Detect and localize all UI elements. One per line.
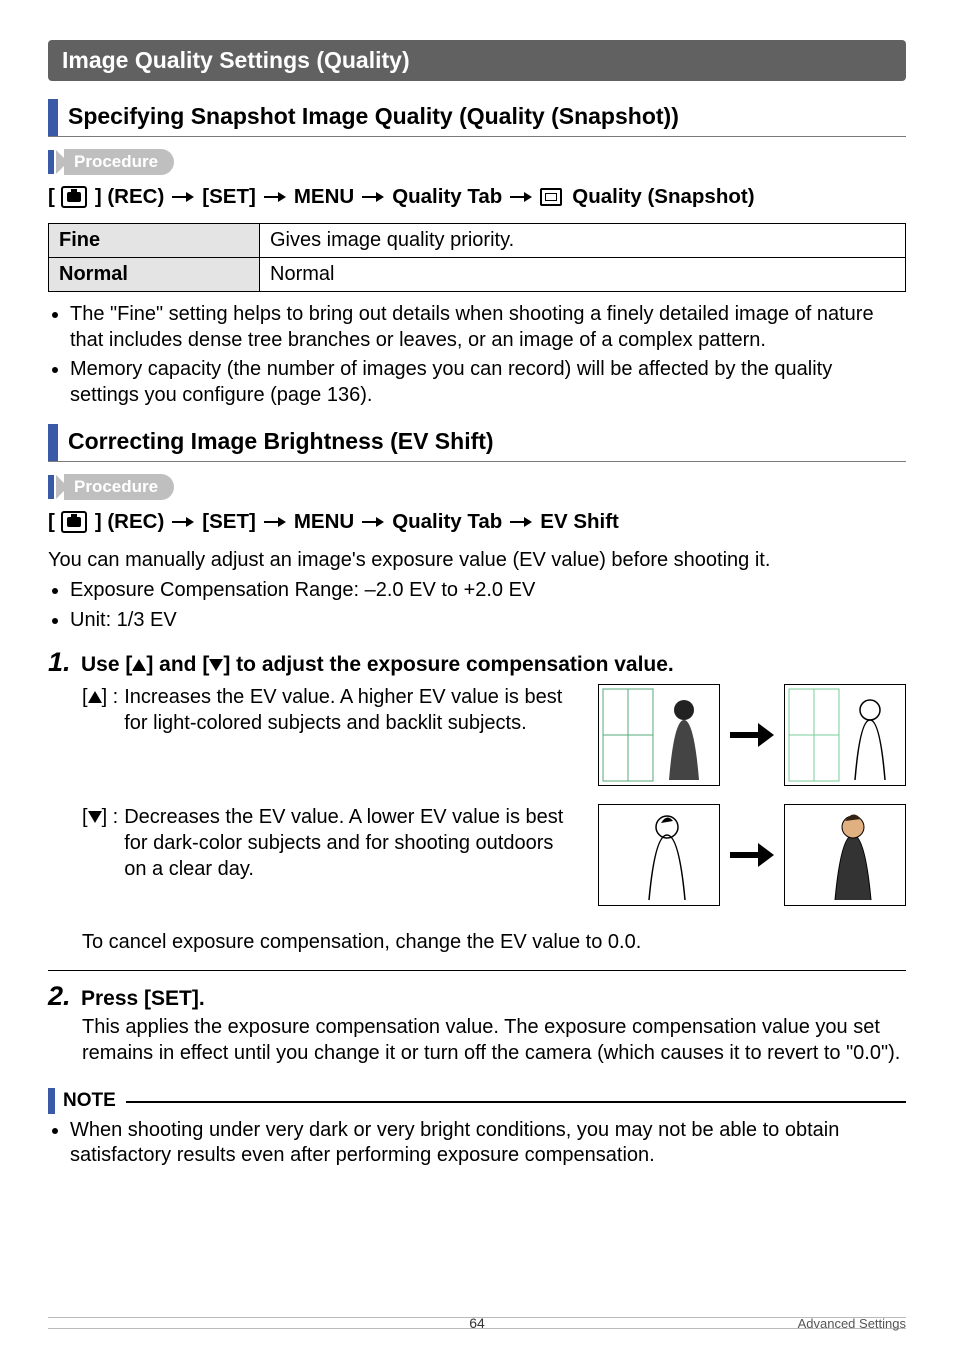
table-row-value: Gives image quality priority. bbox=[260, 224, 906, 258]
up-text: Increases the EV value. A higher EV valu… bbox=[124, 684, 580, 736]
down-arrow-icon bbox=[209, 659, 223, 671]
big-arrow-icon bbox=[730, 843, 774, 867]
procedure-pill: Procedure bbox=[48, 474, 906, 500]
snapshot-bullets: The "Fine" setting helps to bring out de… bbox=[48, 302, 906, 408]
path-p3: MENU bbox=[294, 185, 354, 209]
table-row-label: Fine bbox=[49, 224, 260, 258]
note-label: NOTE bbox=[63, 1090, 116, 1112]
big-arrow-icon bbox=[730, 723, 774, 747]
subsection-accent-bar bbox=[48, 99, 58, 136]
step-title-mid: ] and [ bbox=[146, 653, 209, 676]
ev-cancel-text: To cancel exposure compensation, change … bbox=[82, 930, 906, 956]
path-p2: [SET] bbox=[202, 510, 256, 534]
menu-path-ev: [ ] (REC) [SET] MENU Quality Tab EV Shif… bbox=[48, 510, 906, 534]
subsection-title: Correcting Image Brightness (EV Shift) bbox=[68, 424, 494, 461]
thumb-before bbox=[598, 804, 720, 906]
quality-table: Fine Gives image quality priority. Norma… bbox=[48, 223, 906, 292]
note-accent-bar bbox=[48, 1088, 55, 1114]
step-title: Press [SET]. bbox=[81, 987, 205, 1010]
path-p1-prefix: [ bbox=[48, 510, 55, 534]
path-p1-prefix: [ bbox=[48, 185, 55, 209]
thumb-after bbox=[784, 684, 906, 786]
procedure-pill: Procedure bbox=[48, 149, 906, 175]
menu-path-snapshot: [ ] (REC) [SET] MENU Quality Tab Quality… bbox=[48, 185, 906, 209]
step-divider bbox=[48, 970, 906, 971]
arrow-icon bbox=[510, 192, 532, 202]
note-line bbox=[126, 1099, 906, 1103]
list-item: Exposure Compensation Range: –2.0 EV to … bbox=[70, 578, 906, 604]
path-p4: Quality Tab bbox=[392, 510, 502, 534]
path-p3: MENU bbox=[294, 510, 354, 534]
camera-icon bbox=[61, 186, 87, 208]
list-item: Memory capacity (the number of images yo… bbox=[70, 357, 906, 408]
note-bullets: When shooting under very dark or very br… bbox=[48, 1118, 906, 1169]
section-banner: Image Quality Settings (Quality) bbox=[48, 40, 906, 81]
arrow-icon bbox=[362, 517, 384, 527]
subsection-accent-bar bbox=[48, 424, 58, 461]
step-2: 2. Press [SET]. This applies the exposur… bbox=[48, 981, 906, 1066]
arrow-icon bbox=[510, 517, 532, 527]
path-p4: Quality Tab bbox=[392, 185, 502, 209]
subsection-ev-shift: Correcting Image Brightness (EV Shift) bbox=[48, 424, 906, 462]
thumb-before bbox=[598, 684, 720, 786]
step-number: 2. bbox=[48, 981, 71, 1011]
path-p2: [SET] bbox=[202, 185, 256, 209]
page-number: 64 bbox=[469, 1315, 485, 1331]
down-key: [] : bbox=[82, 804, 118, 882]
table-row-value: Normal bbox=[260, 258, 906, 292]
step-title-post: ] to adjust the exposure compensation va… bbox=[223, 653, 673, 676]
up-arrow-icon bbox=[132, 659, 146, 671]
step-title-pre: Use [ bbox=[81, 653, 132, 676]
path-p5: Quality (Snapshot) bbox=[572, 185, 754, 209]
ev-decrease-block: [] : Decreases the EV value. A lower EV … bbox=[82, 804, 906, 906]
arrow-icon bbox=[362, 192, 384, 202]
arrow-icon bbox=[264, 517, 286, 527]
ev-bullets: Exposure Compensation Range: –2.0 EV to … bbox=[48, 578, 906, 633]
arrow-icon bbox=[264, 192, 286, 202]
ev-decrease-illustration bbox=[598, 804, 906, 906]
procedure-tick bbox=[48, 150, 54, 174]
snapshot-icon bbox=[540, 188, 562, 206]
subsection-title: Specifying Snapshot Image Quality (Quali… bbox=[68, 99, 679, 136]
procedure-label: Procedure bbox=[64, 474, 174, 500]
ev-increase-block: [] : Increases the EV value. A higher EV… bbox=[82, 684, 906, 786]
step-number: 1. bbox=[48, 647, 71, 677]
down-arrow-icon bbox=[88, 811, 102, 823]
list-item: The "Fine" setting helps to bring out de… bbox=[70, 302, 906, 353]
ev-increase-illustration bbox=[598, 684, 906, 786]
up-arrow-icon bbox=[88, 691, 102, 703]
step-title: Use [ ] and [ ] to adjust the exposure com… bbox=[81, 653, 674, 676]
procedure-label: Procedure bbox=[64, 149, 174, 175]
up-key: [] : bbox=[82, 684, 118, 736]
arrow-icon bbox=[172, 517, 194, 527]
step-1: 1. Use [ ] and [ ] to adjust the exposure … bbox=[48, 647, 906, 956]
list-item: When shooting under very dark or very br… bbox=[70, 1118, 906, 1169]
footer-title: Advanced Settings bbox=[798, 1316, 906, 1331]
table-row-label: Normal bbox=[49, 258, 260, 292]
path-p1-suffix: ] (REC) bbox=[95, 510, 164, 534]
subsection-snapshot-quality: Specifying Snapshot Image Quality (Quali… bbox=[48, 99, 906, 137]
path-p1-suffix: ] (REC) bbox=[95, 185, 164, 209]
page-footer: 64 Advanced Settings bbox=[48, 1317, 906, 1329]
procedure-tick bbox=[48, 475, 54, 499]
note-heading: NOTE bbox=[48, 1088, 906, 1114]
arrow-icon bbox=[172, 192, 194, 202]
list-item: Unit: 1/3 EV bbox=[70, 608, 906, 634]
path-p5: EV Shift bbox=[540, 510, 619, 534]
camera-icon bbox=[61, 511, 87, 533]
step-body: This applies the exposure compensation v… bbox=[82, 1014, 906, 1066]
down-text: Decreases the EV value. A lower EV value… bbox=[124, 804, 580, 882]
ev-intro: You can manually adjust an image's expos… bbox=[48, 548, 906, 574]
thumb-after bbox=[784, 804, 906, 906]
